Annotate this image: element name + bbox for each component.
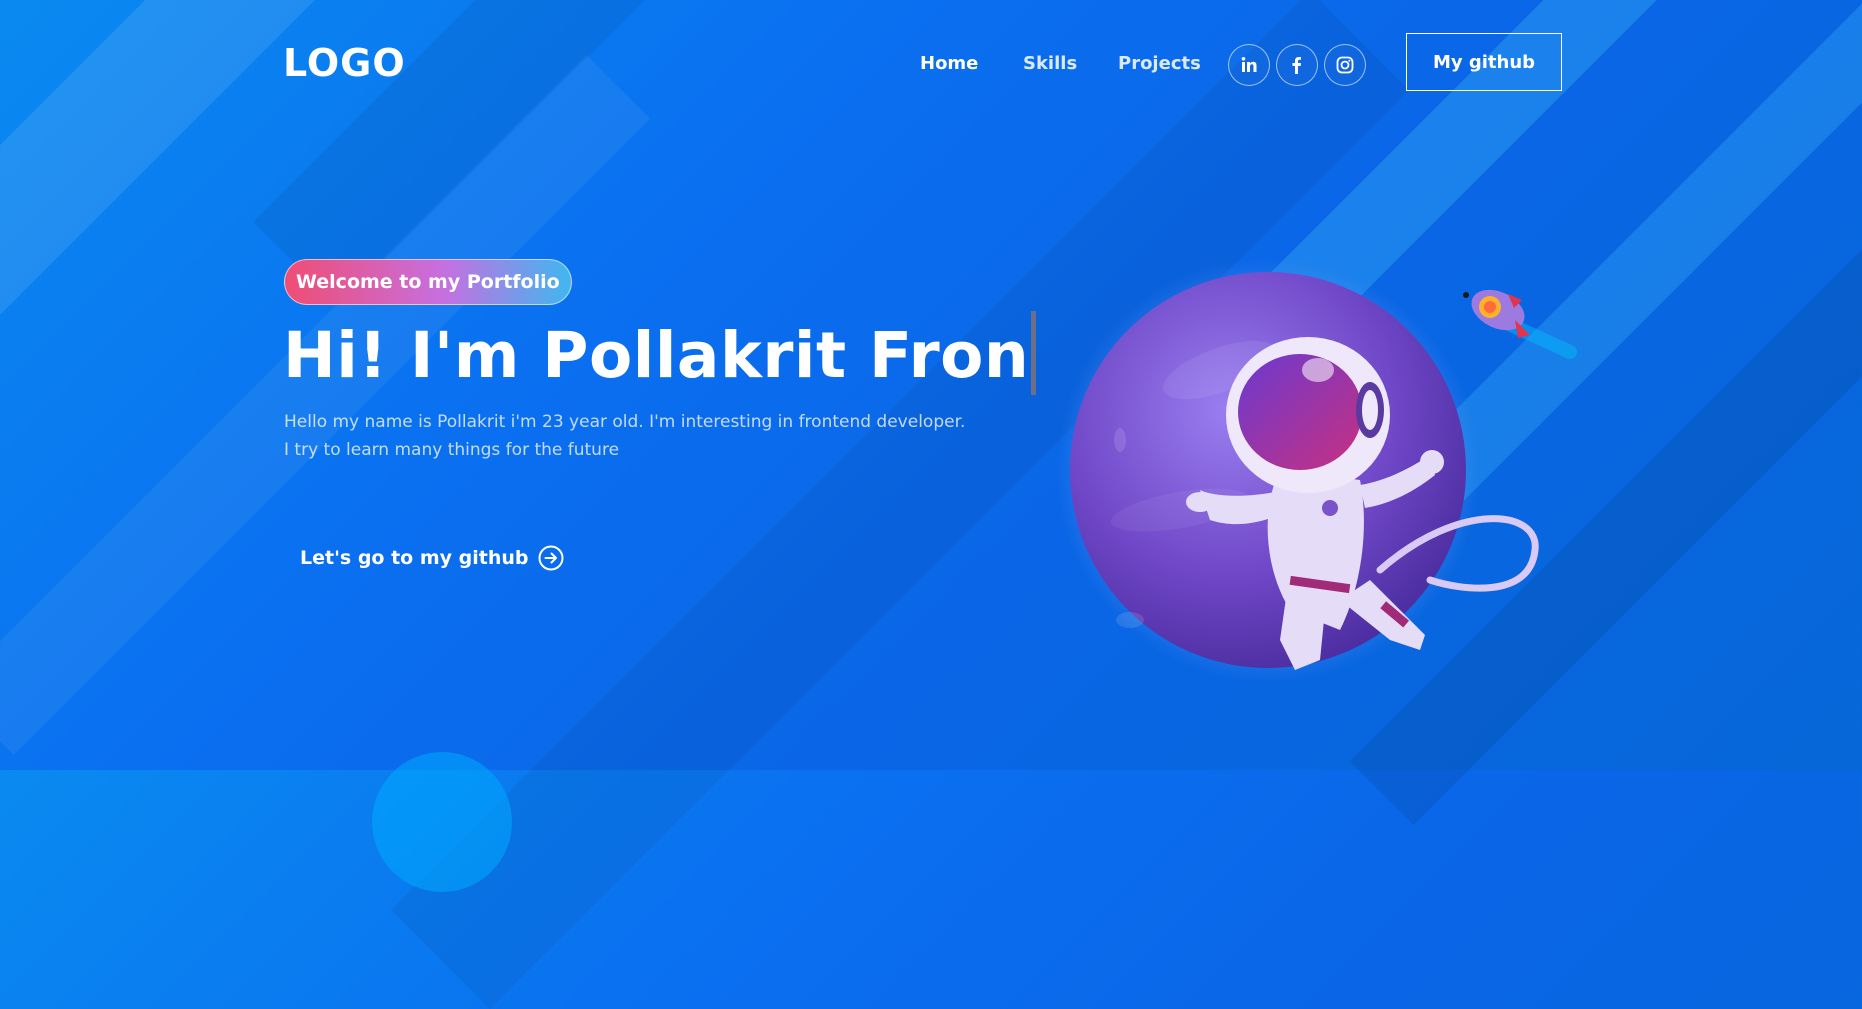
facebook-button[interactable] <box>1276 44 1318 86</box>
rocket-illustration <box>1463 289 1577 359</box>
logo[interactable]: LOGO <box>283 40 406 86</box>
cta-label: Let's go to my github <box>300 547 529 569</box>
cta-github-link[interactable]: Let's go to my github <box>300 545 564 571</box>
hero-headline-text: Hi! I'm Pollakrit Fron <box>283 319 1030 392</box>
hero-headline: Hi! I'm Pollakrit Fron <box>283 311 1037 396</box>
bg-stripe <box>0 54 651 756</box>
welcome-tagline: Welcome to my Portfolio <box>284 259 572 305</box>
nav-link-skills[interactable]: Skills <box>1023 52 1077 76</box>
arrow-right-circle-icon <box>538 545 564 571</box>
bg-circle <box>372 752 512 892</box>
typing-cursor <box>1031 311 1037 395</box>
linkedin-button[interactable] <box>1228 44 1270 86</box>
github-button[interactable]: My github <box>1406 33 1562 91</box>
linkedin-icon <box>1241 57 1257 72</box>
facebook-icon <box>1292 57 1301 74</box>
hero-description: Hello my name is Pollakrit i'm 23 year o… <box>284 408 1044 464</box>
instagram-button[interactable] <box>1324 44 1366 86</box>
nav-link-projects[interactable]: Projects <box>1118 52 1201 76</box>
hero-description-line: Hello my name is Pollakrit i'm 23 year o… <box>284 412 966 432</box>
instagram-icon <box>1336 56 1354 74</box>
hero-description-line: I try to learn many things for the futur… <box>284 440 620 460</box>
nav-link-home[interactable]: Home <box>920 52 978 76</box>
